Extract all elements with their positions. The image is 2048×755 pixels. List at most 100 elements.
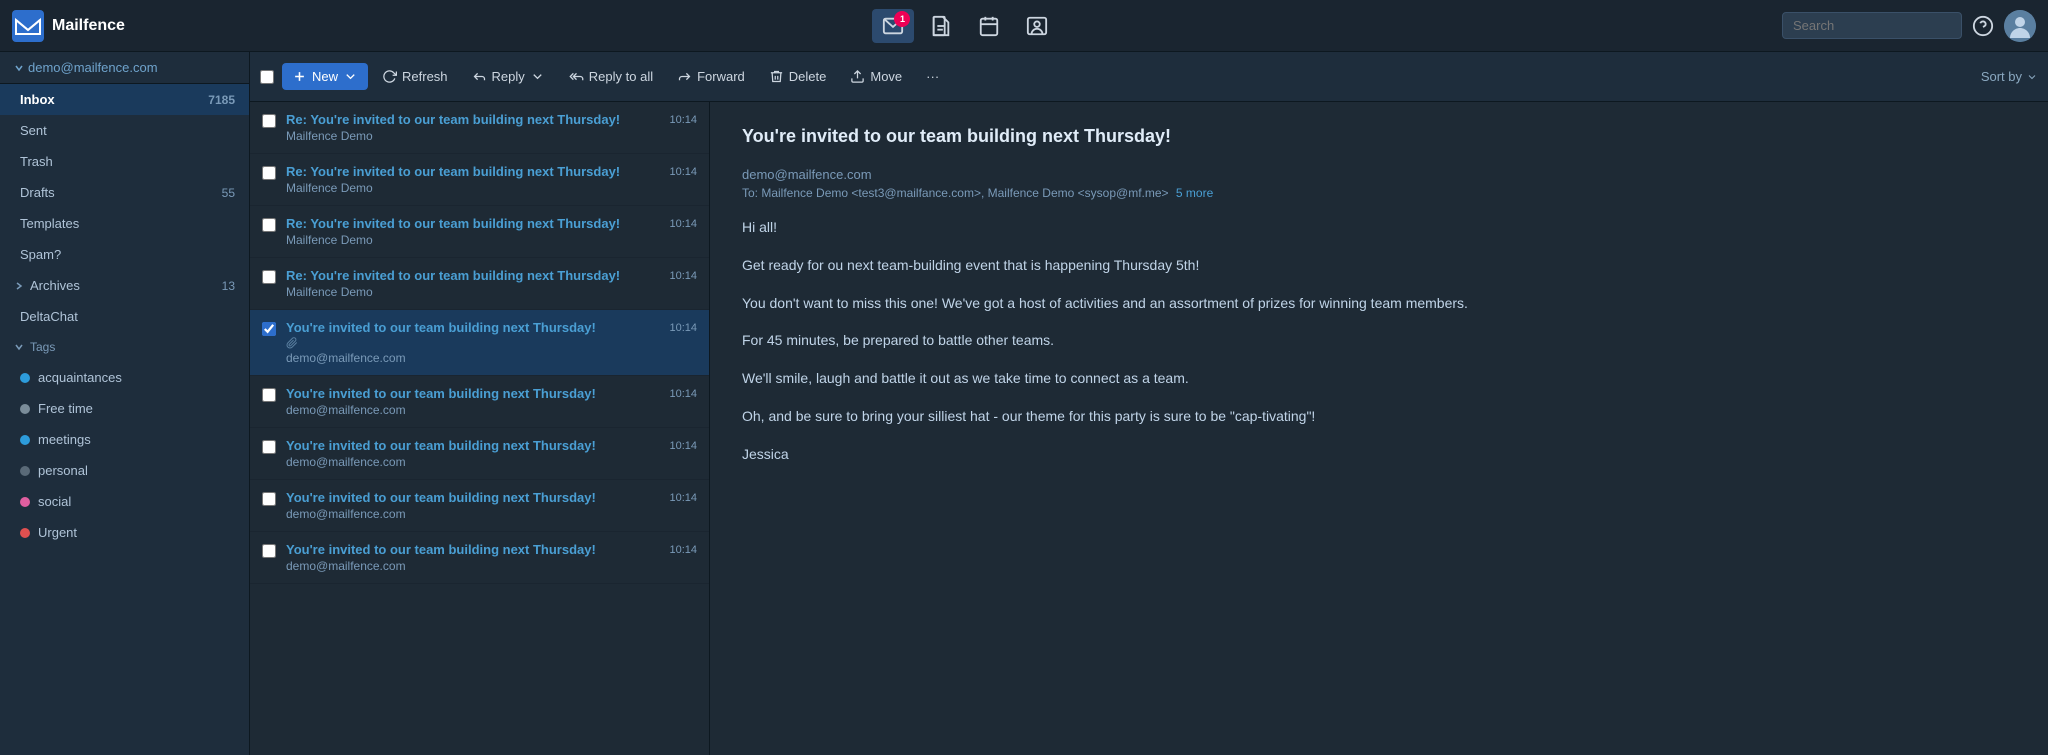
sidebar-archives-count: 13 <box>222 279 235 293</box>
sort-chevron-icon <box>2026 71 2038 83</box>
nav-mail-button[interactable]: 1 <box>872 9 914 43</box>
email-subject: You're invited to our team building next… <box>286 320 659 335</box>
personal-tag-dot <box>20 466 30 476</box>
email-sender: demo@mailfence.com <box>286 507 659 521</box>
email-sender: Mailfence Demo <box>286 129 659 143</box>
sidebar-trash-label: Trash <box>20 154 235 169</box>
sidebar-item-sent[interactable]: Sent <box>0 115 249 146</box>
tags-section-header[interactable]: Tags <box>0 332 249 362</box>
new-chevron-icon <box>343 69 358 84</box>
email-row[interactable]: Re: You're invited to our team building … <box>250 102 709 154</box>
social-tag-dot <box>20 497 30 507</box>
archives-chevron-icon <box>14 281 24 291</box>
email-subject: Re: You're invited to our team building … <box>286 112 659 127</box>
email-row[interactable]: You're invited to our team building next… <box>250 428 709 480</box>
email-sender: Mailfence Demo <box>286 181 659 195</box>
sidebar-item-trash[interactable]: Trash <box>0 146 249 177</box>
body-paragraph: We'll smile, laugh and battle it out as … <box>742 367 2016 391</box>
sidebar-tag-meetings[interactable]: meetings <box>0 424 249 455</box>
sidebar-item-archives[interactable]: Archives 13 <box>0 270 249 301</box>
email-checkbox[interactable] <box>262 218 276 232</box>
body-paragraph: Get ready for ou next team-building even… <box>742 254 2016 278</box>
sidebar-item-deltachat[interactable]: DeltaChat <box>0 301 249 332</box>
email-checkbox[interactable] <box>262 114 276 128</box>
sidebar-tag-free-time[interactable]: Free time <box>0 393 249 424</box>
account-header[interactable]: demo@mailfence.com <box>0 52 249 84</box>
sidebar-tag-acquaintances[interactable]: acquaintances <box>0 362 249 393</box>
email-row[interactable]: You're invited to our team building next… <box>250 480 709 532</box>
tag-social-label: social <box>38 494 235 509</box>
mail-badge: 1 <box>894 11 910 27</box>
email-checkbox[interactable] <box>262 322 276 336</box>
sidebar-deltachat-label: DeltaChat <box>20 309 235 324</box>
sidebar-tag-personal[interactable]: personal <box>0 455 249 486</box>
help-button[interactable] <box>1972 15 1994 37</box>
tag-urgent-label: Urgent <box>38 525 235 540</box>
sort-by-button[interactable]: Sort by <box>1981 69 2038 84</box>
reply-button[interactable]: Reply <box>462 63 555 90</box>
refresh-button[interactable]: Refresh <box>372 63 458 90</box>
email-subject: Re: You're invited to our team building … <box>286 268 659 283</box>
more-button[interactable]: ··· <box>916 63 949 90</box>
reply-label: Reply <box>492 69 525 84</box>
email-row[interactable]: Re: You're invited to our team building … <box>250 206 709 258</box>
free-time-tag-dot <box>20 404 30 414</box>
email-subject: Re: You're invited to our team building … <box>286 216 659 231</box>
sidebar-tag-social[interactable]: social <box>0 486 249 517</box>
email-row[interactable]: Re: You're invited to our team building … <box>250 154 709 206</box>
reading-from: demo@mailfence.com <box>742 167 2016 182</box>
delete-button[interactable]: Delete <box>759 63 837 90</box>
email-checkbox[interactable] <box>262 270 276 284</box>
reply-all-button[interactable]: Reply to all <box>559 63 663 90</box>
avatar-button[interactable] <box>2004 10 2036 42</box>
tag-personal-label: personal <box>38 463 235 478</box>
email-row[interactable]: You're invited to our team building next… <box>250 310 709 376</box>
email-checkbox[interactable] <box>262 388 276 402</box>
email-sender: demo@mailfence.com <box>286 351 659 365</box>
more-recipients-link[interactable]: 5 more <box>1176 186 1213 200</box>
email-sender: demo@mailfence.com <box>286 559 659 573</box>
email-icons <box>286 337 659 349</box>
refresh-label: Refresh <box>402 69 448 84</box>
email-row[interactable]: You're invited to our team building next… <box>250 376 709 428</box>
new-button[interactable]: New <box>282 63 368 90</box>
email-time: 10:14 <box>669 268 697 282</box>
email-row[interactable]: Re: You're invited to our team building … <box>250 258 709 310</box>
body-paragraph: You don't want to miss this one! We've g… <box>742 292 2016 316</box>
refresh-icon <box>382 69 397 84</box>
forward-label: Forward <box>697 69 745 84</box>
nav-contacts-button[interactable] <box>1016 9 1058 43</box>
email-time: 10:14 <box>669 112 697 126</box>
mailfence-logo-icon <box>12 10 44 42</box>
email-sender: demo@mailfence.com <box>286 403 659 417</box>
move-icon <box>850 69 865 84</box>
delete-label: Delete <box>789 69 827 84</box>
sidebar-item-inbox[interactable]: Inbox 7185 <box>0 84 249 115</box>
email-checkbox[interactable] <box>262 440 276 454</box>
select-all-checkbox[interactable] <box>260 70 274 84</box>
search-input[interactable] <box>1782 12 1962 39</box>
tags-section-label: Tags <box>30 340 55 354</box>
sidebar-tag-urgent[interactable]: Urgent <box>0 517 249 548</box>
email-subject: You're invited to our team building next… <box>286 490 659 505</box>
account-email: demo@mailfence.com <box>28 60 158 75</box>
acquaintances-tag-dot <box>20 373 30 383</box>
email-row[interactable]: You're invited to our team building next… <box>250 532 709 584</box>
tags-chevron-icon <box>14 342 24 352</box>
sidebar-item-spam[interactable]: Spam? <box>0 239 249 270</box>
email-time: 10:14 <box>669 542 697 556</box>
body-paragraph: Hi all! <box>742 216 2016 240</box>
reading-to: To: Mailfence Demo <test3@mailfance.com>… <box>742 186 2016 200</box>
sidebar: demo@mailfence.com Inbox 7185 Sent Trash… <box>0 52 250 755</box>
sidebar-item-templates[interactable]: Templates <box>0 208 249 239</box>
email-sender: Mailfence Demo <box>286 285 659 299</box>
sidebar-item-drafts[interactable]: Drafts 55 <box>0 177 249 208</box>
move-button[interactable]: Move <box>840 63 912 90</box>
email-checkbox[interactable] <box>262 492 276 506</box>
nav-documents-button[interactable] <box>920 9 962 43</box>
email-checkbox[interactable] <box>262 166 276 180</box>
urgent-tag-dot <box>20 528 30 538</box>
nav-calendar-button[interactable] <box>968 9 1010 43</box>
email-checkbox[interactable] <box>262 544 276 558</box>
forward-button[interactable]: Forward <box>667 63 755 90</box>
